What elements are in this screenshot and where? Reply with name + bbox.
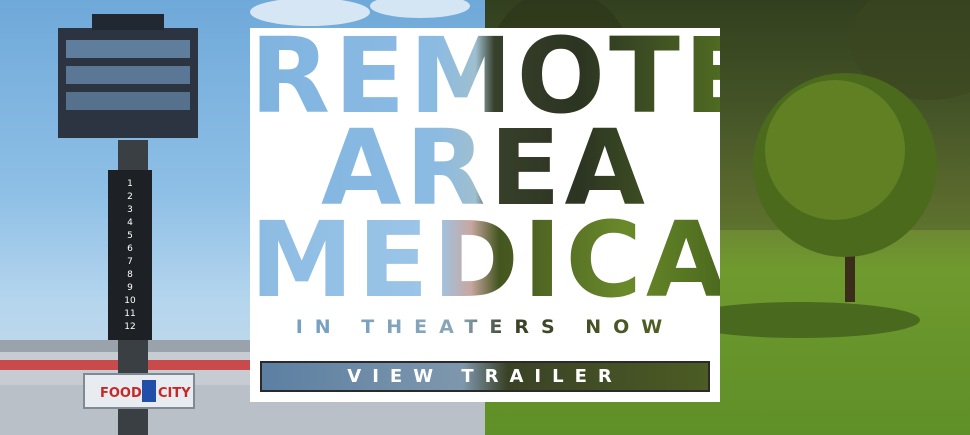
tower-window	[66, 92, 190, 110]
scoreboard-number: 9	[127, 283, 133, 293]
scoreboard-number: 4	[127, 218, 133, 228]
scoreboard-number: 7	[127, 257, 133, 267]
scoreboard-number: 5	[127, 231, 133, 241]
scoreboard-number: 2	[127, 192, 133, 202]
sign-text-right: CITY	[158, 386, 191, 401]
title-card: REMOTE AREA MEDICAL IN THEATERS NOW VIEW…	[250, 24, 801, 402]
scoreboard-number: 12	[124, 322, 135, 332]
scoreboard-number: 3	[127, 205, 133, 215]
scoreboard-number: 1	[127, 179, 133, 189]
tower-window	[66, 40, 190, 58]
tower-window	[66, 66, 190, 84]
sign-logo	[142, 380, 156, 402]
scoreboard-number: 6	[127, 244, 133, 254]
view-trailer-button[interactable]: VIEW TRAILER	[260, 361, 710, 392]
hero-banner: 1 2 3 4 5 6 7 8 9 10 11 12 FOOD CITY REMOTE AREA ME…	[0, 0, 970, 435]
scoreboard-number: 11	[124, 309, 135, 319]
tower-top	[92, 14, 164, 30]
title-line-3: MEDICAL	[250, 199, 801, 321]
scoreboard-number: 10	[124, 296, 136, 306]
sign-text-left: FOOD	[100, 386, 142, 401]
view-trailer-label: VIEW TRAILER	[347, 366, 623, 387]
tagline: IN THEATERS NOW	[250, 316, 720, 338]
scoreboard-number: 8	[127, 270, 133, 280]
